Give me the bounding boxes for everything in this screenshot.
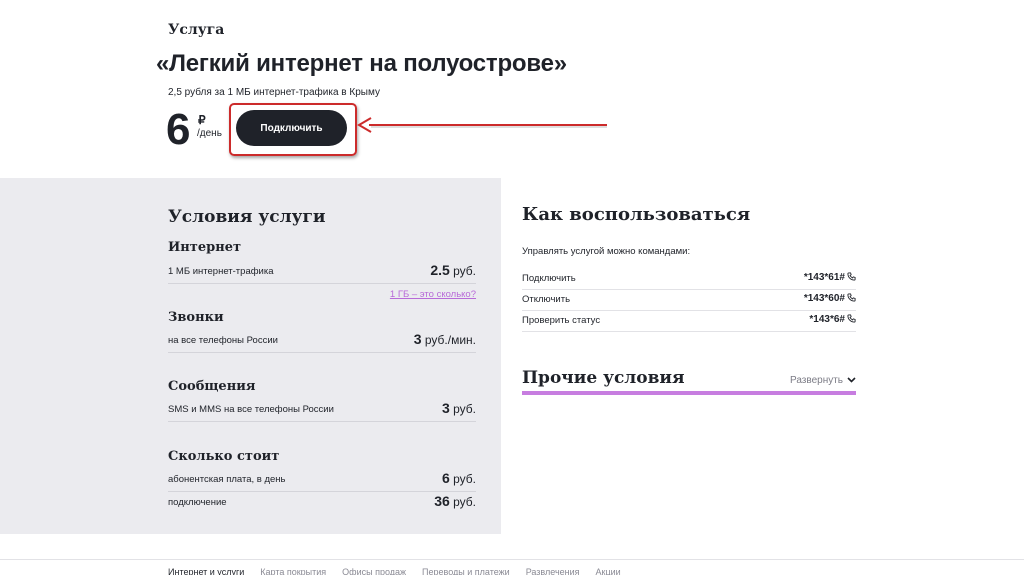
cost-heading: Сколько стоит: [168, 449, 280, 464]
command-label: Проверить статус: [522, 315, 601, 326]
footer-link[interactable]: Переводы и платежи: [422, 567, 510, 575]
cost-row-label: абонентская плата, в день: [168, 474, 286, 485]
expand-label: Развернуть: [790, 375, 844, 386]
calls-row-value: 3 руб./мин.: [413, 331, 476, 347]
phone-icon: [847, 314, 856, 323]
cost-row-value: 36 руб.: [434, 493, 476, 509]
cost-row: абонентская плата, в день 6 руб.: [168, 470, 476, 492]
internet-heading: Интернет: [168, 240, 242, 255]
command-row: Отключить *143*60#: [522, 290, 856, 311]
expand-toggle[interactable]: Развернуть: [790, 375, 856, 386]
price-currency: ₽: [198, 113, 206, 127]
command-row: Подключить *143*61#: [522, 269, 856, 290]
internet-row-value: 2.5 руб.: [430, 262, 476, 278]
footer-link[interactable]: Акции: [596, 567, 621, 575]
footer-nav: Интернет и услуги Карта покрытия Офисы п…: [168, 567, 621, 575]
calls-heading: Звонки: [168, 310, 224, 325]
phone-icon: [847, 272, 856, 281]
footer-divider: [0, 559, 1024, 560]
chevron-down-icon: [847, 377, 856, 383]
other-conditions-title[interactable]: Прочие условия: [522, 368, 685, 388]
footer-link[interactable]: Карта покрытия: [260, 567, 326, 575]
footer-link[interactable]: Офисы продаж: [342, 567, 406, 575]
how-to-use-title: Как воспользоваться: [522, 204, 751, 225]
command-code[interactable]: *143*61#: [804, 272, 856, 283]
cost-row-value: 6 руб.: [441, 470, 476, 486]
calls-row-label: на все телефоны России: [168, 335, 278, 346]
command-code[interactable]: *143*60#: [804, 293, 856, 304]
messages-row-value: 3 руб.: [441, 400, 476, 416]
page-title: «Легкий интернет на полуострове»: [156, 50, 567, 77]
connect-button[interactable]: Подключить: [236, 110, 347, 146]
messages-heading: Сообщения: [168, 379, 256, 394]
command-code[interactable]: *143*6#: [809, 314, 856, 325]
internet-row: 1 МБ интернет-трафика 2.5 руб.: [168, 262, 476, 284]
service-header: Услуга «Легкий интернет на полуострове» …: [0, 0, 1024, 178]
service-eyebrow: Услуга: [168, 22, 225, 38]
footer-link[interactable]: Интернет и услуги: [168, 567, 244, 575]
cost-row: подключение 36 руб.: [168, 493, 476, 515]
price-period: /день: [197, 128, 222, 139]
conditions-title: Условия услуги: [168, 207, 326, 227]
gb-info-link[interactable]: 1 ГБ – это сколько?: [390, 289, 476, 300]
command-label: Отключить: [522, 294, 571, 305]
page-subtitle: 2,5 рубля за 1 МБ интернет-трафика в Кры…: [168, 87, 380, 98]
messages-row: SMS и MMS на все телефоны России 3 руб.: [168, 400, 476, 422]
cost-row-label: подключение: [168, 497, 227, 508]
calls-row: на все телефоны России 3 руб./мин.: [168, 331, 476, 353]
messages-row-label: SMS и MMS на все телефоны России: [168, 404, 334, 415]
other-conditions-underline: [522, 391, 856, 395]
internet-row-label: 1 МБ интернет-трафика: [168, 266, 274, 277]
annotation-arrow-icon: [357, 117, 607, 133]
price-value: 6: [166, 105, 191, 154]
how-to-use-subtitle: Управлять услугой можно командами:: [522, 246, 691, 257]
phone-icon: [847, 293, 856, 302]
footer-link[interactable]: Развлечения: [526, 567, 580, 575]
command-row: Проверить статус *143*6#: [522, 311, 856, 332]
command-label: Подключить: [522, 273, 576, 284]
